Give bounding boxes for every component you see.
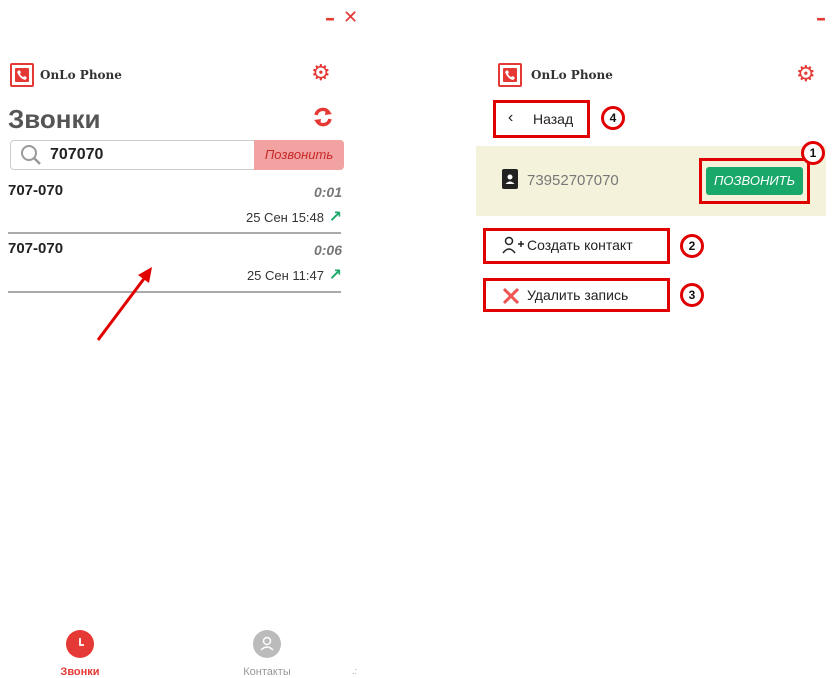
nav-calls-label: Звонки xyxy=(60,666,100,678)
create-contact-button[interactable]: Создать контакт xyxy=(483,228,670,264)
clock-icon xyxy=(66,630,94,658)
nav-calls[interactable]: Звонки xyxy=(50,630,110,678)
annotation-arrow xyxy=(90,262,160,349)
chevron-left-icon: ‹ xyxy=(508,109,514,126)
annotation-badge-4: 4 xyxy=(601,106,625,130)
call-datetime: 25 Сен 15:48 xyxy=(245,210,324,225)
app-name: OnLo Phone xyxy=(40,68,122,82)
annotation-badge-1: 1 xyxy=(801,141,825,165)
close-button[interactable]: ✕ xyxy=(343,7,358,28)
create-contact-label: Создать контакт xyxy=(527,237,633,253)
search-input[interactable]: 707070 xyxy=(50,146,103,164)
resize-grip-icon[interactable]: .: xyxy=(352,666,357,676)
minimize-button[interactable]: – xyxy=(816,6,826,30)
delete-record-button[interactable]: Удалить запись xyxy=(483,278,670,312)
annotation-badge-3: 3 xyxy=(680,283,704,307)
right-window: – OnLo Phone ⚙ ‹ Назад 4 73952707070 ПОЗ… xyxy=(470,0,834,677)
contact-card-icon xyxy=(502,169,518,189)
divider xyxy=(8,291,341,293)
call-number: 707-070 xyxy=(8,240,64,257)
refresh-icon[interactable] xyxy=(312,106,334,133)
call-button[interactable]: ПОЗВОНИТЬ xyxy=(706,167,803,195)
outgoing-arrow-icon: ↗ xyxy=(328,265,342,284)
left-window: – ✕ OnLo Phone ⚙ Звонки 707070 Позвонить… xyxy=(0,0,360,678)
call-datetime: 25 Сен 11:47 xyxy=(246,268,324,283)
app-logo-icon xyxy=(498,63,522,87)
person-icon xyxy=(253,630,281,658)
app-name: OnLo Phone xyxy=(531,68,613,82)
minimize-button[interactable]: – xyxy=(325,6,335,30)
back-button[interactable]: ‹ Назад xyxy=(493,100,590,138)
add-user-icon xyxy=(502,236,524,259)
back-label: Назад xyxy=(533,111,574,127)
search-icon xyxy=(20,144,42,171)
list-item[interactable]: 707-070 0:06 25 Сен 11:47 ↗ xyxy=(0,234,350,292)
call-duration: 0:06 xyxy=(313,242,342,258)
page-title: Звонки xyxy=(8,104,101,134)
contact-number: 73952707070 xyxy=(527,172,619,189)
settings-gear-icon[interactable]: ⚙ xyxy=(796,64,816,86)
list-item[interactable]: 707-070 0:01 25 Сен 15:48 ↗ xyxy=(0,176,350,234)
call-duration: 0:01 xyxy=(313,184,342,200)
nav-contacts[interactable]: Контакты xyxy=(232,630,302,678)
app-logo-icon xyxy=(10,63,34,87)
delete-x-icon xyxy=(502,287,520,310)
call-button[interactable]: Позвонить xyxy=(254,140,344,170)
nav-contacts-label: Контакты xyxy=(243,666,291,678)
delete-record-label: Удалить запись xyxy=(527,287,629,303)
call-number: 707-070 xyxy=(8,182,64,199)
outgoing-arrow-icon: ↗ xyxy=(328,207,342,226)
annotation-badge-2: 2 xyxy=(680,234,704,258)
settings-gear-icon[interactable]: ⚙ xyxy=(311,63,331,85)
